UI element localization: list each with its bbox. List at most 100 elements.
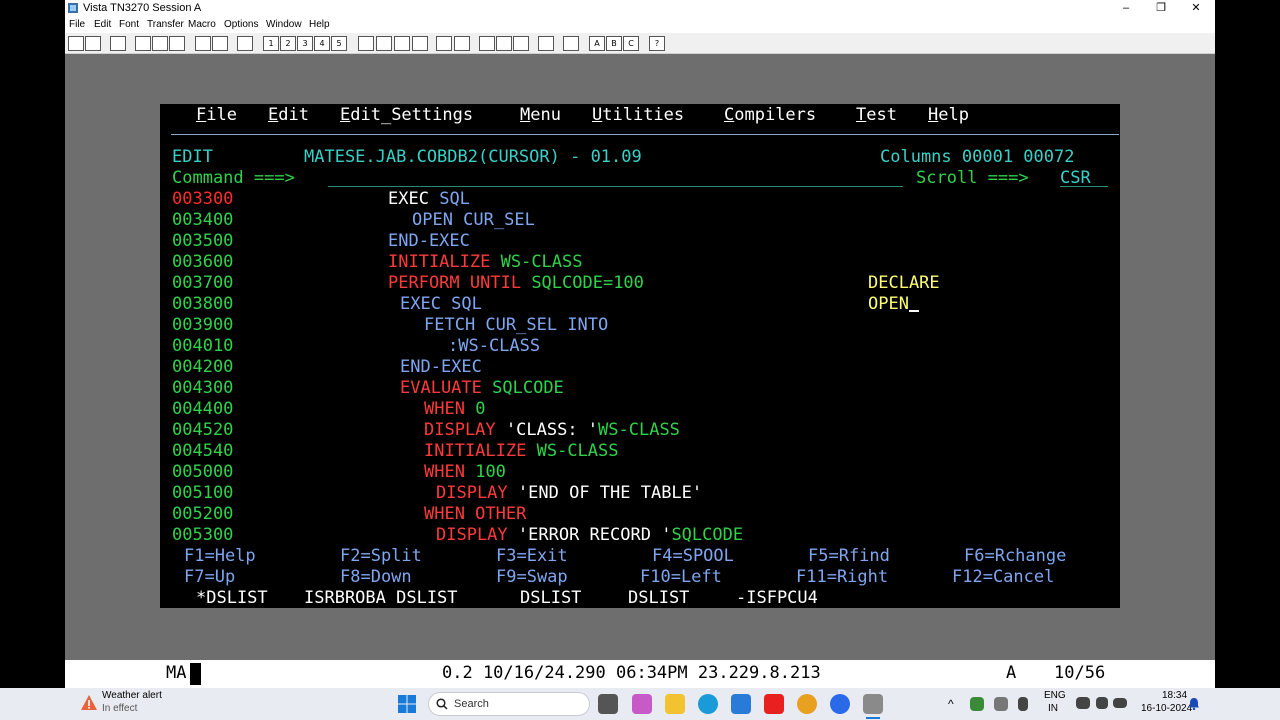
line-number[interactable]: 004300 (172, 378, 233, 399)
edge-icon[interactable] (698, 694, 718, 714)
line-number[interactable]: 003400 (172, 210, 233, 231)
close-button[interactable]: ✕ (1179, 0, 1213, 17)
store-icon[interactable] (731, 694, 751, 714)
stop-icon[interactable] (412, 36, 428, 51)
line-number[interactable]: 005000 (172, 462, 233, 483)
record-icon[interactable] (358, 36, 374, 51)
macro-5-button[interactable]: 5 (331, 36, 347, 51)
line-number[interactable]: 003700 (172, 273, 233, 294)
command-input[interactable] (328, 186, 903, 187)
line-number[interactable]: 004200 (172, 357, 233, 378)
pf-key[interactable]: F8=Down (340, 567, 412, 588)
action-edit[interactable]: Edit (268, 105, 309, 126)
code-line[interactable]: WHEN 100 (424, 462, 506, 483)
task-view-icon[interactable] (598, 694, 618, 714)
macro-1-button[interactable]: 1 (263, 36, 279, 51)
pf-key[interactable]: F1=Help (184, 546, 256, 567)
code-line[interactable]: EXEC SQL (400, 294, 482, 315)
battery-icon[interactable] (1113, 698, 1127, 708)
session-tab[interactable]: -ISFPCU4 (736, 588, 818, 609)
session-tab[interactable]: DSLIST (628, 588, 689, 609)
cloud-icon[interactable] (994, 697, 1008, 711)
pf-key[interactable]: F10=Left (640, 567, 722, 588)
menu-help[interactable]: Help (309, 19, 330, 30)
notification-bell-icon[interactable] (1188, 697, 1200, 710)
menu-options[interactable]: Options (224, 19, 258, 30)
session-tab[interactable]: *DSLIST (196, 588, 268, 609)
pf-key[interactable]: F5=Rfind (808, 546, 890, 567)
pf-key[interactable]: F3=Exit (496, 546, 568, 567)
line-number[interactable]: 005100 (172, 483, 233, 504)
minimize-button[interactable]: – (1109, 0, 1143, 17)
line-number[interactable]: 004520 (172, 420, 233, 441)
code-line[interactable]: :WS-CLASS (448, 336, 540, 357)
screen-icon[interactable] (479, 36, 495, 51)
line-number[interactable]: 005300 (172, 525, 233, 546)
maximize-button[interactable]: ❐ (1144, 0, 1178, 17)
connect-icon[interactable] (195, 36, 211, 51)
code-line[interactable]: PERFORM UNTIL SQLCODE=100 (388, 273, 644, 294)
line-number[interactable]: 003800 (172, 294, 233, 315)
code-line[interactable]: EXEC SQL (388, 189, 470, 210)
line-number[interactable]: 004540 (172, 441, 233, 462)
menu-transfer[interactable]: Transfer (147, 19, 184, 30)
line-number[interactable]: 003600 (172, 252, 233, 273)
copy-icon[interactable] (152, 36, 168, 51)
volume-icon[interactable] (1096, 697, 1108, 709)
line-number[interactable]: 004010 (172, 336, 233, 357)
open-text[interactable]: OPEN (868, 294, 919, 315)
zoom-icon[interactable] (830, 694, 850, 714)
file-explorer-icon[interactable] (665, 694, 685, 714)
code-line[interactable]: WHEN 0 (424, 399, 485, 420)
a-button[interactable]: A (589, 36, 605, 51)
print-icon[interactable] (110, 36, 126, 51)
action-test[interactable]: Test (856, 105, 897, 126)
code-line[interactable]: END-EXEC (400, 357, 482, 378)
action-edit-settings[interactable]: Edit_Settings (340, 105, 473, 126)
line-number[interactable]: 003500 (172, 231, 233, 252)
paste-icon[interactable] (169, 36, 185, 51)
pause-icon[interactable] (394, 36, 410, 51)
download-icon[interactable] (454, 36, 470, 51)
play-icon[interactable] (376, 36, 392, 51)
weather-alert-icon[interactable] (80, 694, 98, 712)
pf-key[interactable]: F9=Swap (496, 567, 568, 588)
code-line[interactable]: OPEN CUR_SEL (412, 210, 535, 231)
code-line[interactable]: INITIALIZE WS-CLASS (388, 252, 583, 273)
clock-time[interactable]: 18:34 (1162, 690, 1187, 701)
action-menu[interactable]: Menu (520, 105, 561, 126)
action-file[interactable]: File (196, 105, 237, 125)
session-icon[interactable] (563, 36, 579, 51)
sync-icon[interactable] (970, 697, 984, 711)
pf-key[interactable]: F2=Split (340, 546, 422, 567)
pf-key[interactable]: F7=Up (184, 567, 235, 588)
code-line[interactable]: WHEN OTHER (424, 504, 526, 525)
line-number[interactable]: 004400 (172, 399, 233, 420)
code-line[interactable]: DISPLAY 'END OF THE TABLE' (436, 483, 702, 504)
chevron-up-icon[interactable]: ^ (948, 697, 954, 711)
code-line[interactable]: END-EXEC (388, 231, 470, 252)
code-line[interactable]: EVALUATE SQLCODE (400, 378, 564, 399)
pf-key[interactable]: F11=Right (796, 567, 888, 588)
code-line[interactable]: FETCH CUR_SEL INTO (424, 315, 608, 336)
chrome-icon[interactable] (797, 694, 817, 714)
cut-icon[interactable] (135, 36, 151, 51)
copilot-icon[interactable] (632, 694, 652, 714)
pf-key[interactable]: F6=Rchange (964, 546, 1066, 567)
settings-icon[interactable] (513, 36, 529, 51)
action-utilities[interactable]: Utilities (592, 105, 684, 126)
keyboard-icon[interactable] (496, 36, 512, 51)
line-number[interactable]: 005200 (172, 504, 233, 525)
new-icon[interactable] (68, 36, 84, 51)
open-folder-icon[interactable] (85, 36, 101, 51)
language-indicator[interactable]: ENG (1044, 690, 1066, 701)
code-line[interactable]: INITIALIZE WS-CLASS (424, 441, 619, 462)
macro-2-button[interactable]: 2 (280, 36, 296, 51)
session-tab[interactable]: DSLIST (520, 588, 581, 609)
menu-edit[interactable]: Edit (94, 19, 111, 30)
youtube-icon[interactable] (764, 694, 784, 714)
menu-macro[interactable]: Macro (188, 19, 216, 30)
terminal-screen[interactable]: File Edit Edit_Settings Menu Utilities C… (160, 104, 1120, 608)
code-line[interactable]: DISPLAY 'ERROR RECORD 'SQLCODE (436, 525, 743, 546)
disconnect-icon[interactable] (212, 36, 228, 51)
